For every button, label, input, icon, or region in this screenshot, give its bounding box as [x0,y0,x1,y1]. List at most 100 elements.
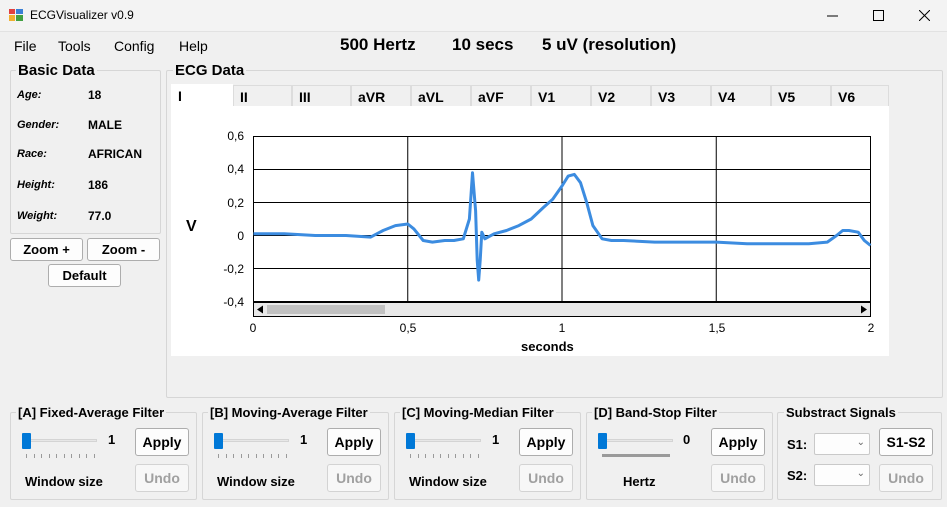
filter-c-caption: Window size [409,474,487,489]
slider-tick [447,454,449,458]
tab-V2[interactable]: V2 [591,85,651,107]
filter-c-undo-button[interactable]: Undo [519,464,573,492]
age-value: 18 [88,88,102,102]
filter-a-value: 1 [108,432,116,447]
race-value: AFRICAN [88,147,142,161]
filter-a-slider-track [22,439,97,442]
x-axis-title: seconds [521,339,574,354]
s2-label: S2: [787,468,808,483]
filter-d-slider[interactable] [598,433,607,449]
filter-c-slider[interactable] [406,433,415,449]
tab-aVF[interactable]: aVF [471,85,531,107]
window-title: ECGVisualizer v0.9 [30,8,134,22]
filter-a-slider[interactable] [22,433,31,449]
tab-aVL[interactable]: aVL [411,85,471,107]
tab-III[interactable]: III [292,85,351,107]
race-label: Race: [17,148,47,160]
tab-I[interactable]: I [171,84,233,108]
zoom-in-button[interactable]: Zoom + [10,238,83,261]
filter-d-slider-track [598,439,673,442]
chevron-down-icon: ⌄ [856,468,865,479]
slider-tick [26,454,27,458]
slider-tick [455,454,456,458]
subtract-undo-button[interactable]: Undo [879,464,933,492]
filter-d-undo-button[interactable]: Undo [711,464,765,492]
chevron-down-icon: ⌄ [856,437,865,448]
maximize-button[interactable] [855,0,901,30]
filter-d-title: [D] Band-Stop Filter [592,405,719,420]
filter-a-ticks [26,454,101,458]
slider-tick [462,454,464,458]
slider-tick [33,454,35,458]
filter-c-slider-track [406,439,481,442]
slider-tick [41,454,42,458]
slider-tick [255,454,257,458]
filter-d-apply-button[interactable]: Apply [711,428,765,456]
gender-label: Gender: [17,119,60,131]
tab-aVR[interactable]: aVR [351,85,411,107]
slider-tick [93,454,95,458]
y-tick-label: -0,2 [223,262,244,276]
ecg-data-title: ECG Data [173,62,247,79]
filter-b-title: [B] Moving-Average Filter [208,405,370,420]
zoom-default-button[interactable]: Default [48,264,121,287]
filter-b-slider-track [214,439,289,442]
menu-config[interactable]: Config [114,38,154,54]
filter-d-value: 0 [683,432,691,447]
zoom-out-button[interactable]: Zoom - [87,238,160,261]
tab-V4[interactable]: V4 [711,85,771,107]
slider-tick [233,454,234,458]
slider-tick [71,454,72,458]
tab-V3[interactable]: V3 [651,85,711,107]
y-axis-title: V [186,218,197,235]
slider-tick [78,454,80,458]
slider-tick [285,454,287,458]
tab-II[interactable]: II [233,85,292,107]
filter-a-title: [A] Fixed-Average Filter [16,405,167,420]
title-bar: ECGVisualizer v0.9 [0,0,947,32]
slider-tick [270,454,272,458]
filter-a-caption: Window size [25,474,103,489]
menu-tools[interactable]: Tools [58,38,91,54]
slider-tick [56,454,57,458]
x-tick-label: 0,5 [399,321,417,335]
filter-b-apply-button[interactable]: Apply [327,428,381,456]
horizontal-scrollbar[interactable] [253,302,871,317]
filter-b-ticks [218,454,293,458]
slider-tick [218,454,219,458]
slider-tick [440,454,441,458]
scrollbar-thumb[interactable] [267,305,385,314]
tab-V6[interactable]: V6 [831,85,889,107]
filter-c-apply-button[interactable]: Apply [519,428,573,456]
menu-file[interactable]: File [14,38,37,54]
filter-a-apply-button[interactable]: Apply [135,428,189,456]
close-button[interactable] [901,0,947,30]
s1-label: S1: [787,437,808,452]
close-icon [918,9,930,21]
subtract-button[interactable]: S1-S2 [879,428,933,456]
tab-V5[interactable]: V5 [771,85,831,107]
filter-a-undo-button[interactable]: Undo [135,464,189,492]
y-tick-label: 0,2 [227,196,244,210]
filter-d-caption: Hertz [623,474,656,489]
slider-tick [86,454,87,458]
tab-V1[interactable]: V1 [531,85,591,107]
minimize-icon [826,15,838,16]
slider-tick [410,454,411,458]
age-label: Age: [17,89,42,101]
slider-tick [248,454,249,458]
y-tick-label: -0,4 [223,295,244,309]
s1-select[interactable]: ⌄ [814,433,870,455]
filter-c-value: 1 [492,432,500,447]
filter-b-slider[interactable] [214,433,223,449]
y-tick-label: 0,4 [227,162,244,176]
duration-label: 10 secs [452,35,514,54]
s2-select[interactable]: ⌄ [814,464,870,486]
menu-help[interactable]: Help [179,38,208,54]
filter-b-undo-button[interactable]: Undo [327,464,381,492]
y-tick-label: 0 [237,229,244,243]
slider-tick [225,454,227,458]
slider-tick [48,454,50,458]
minimize-button[interactable] [809,0,855,30]
weight-value: 77.0 [88,209,112,223]
